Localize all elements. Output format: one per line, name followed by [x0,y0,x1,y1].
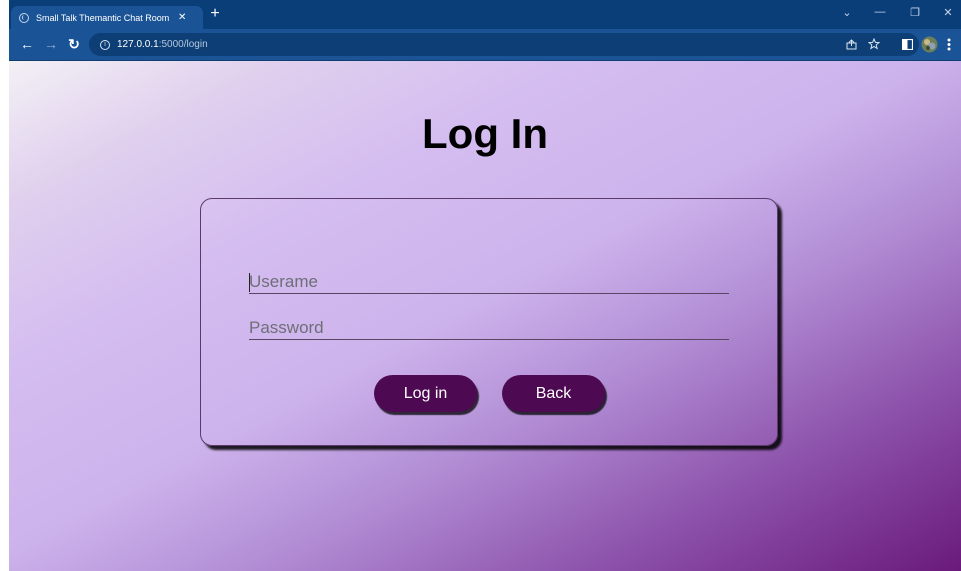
title-bar: Small Talk Themantic Chat Room ✕ + ⌄ — ❐… [9,0,961,29]
password-input[interactable] [249,317,729,340]
info-icon[interactable]: i [100,39,110,50]
back-button[interactable]: Back [502,375,605,412]
profile-avatar[interactable] [921,36,938,53]
back-arrow-icon[interactable]: ← [18,36,36,52]
forward-arrow-icon[interactable]: → [42,36,60,52]
star-icon[interactable] [868,38,880,50]
login-card: Log in Back [200,198,778,446]
browser-toolbar: ← → ↻ i 127.0.0.1:5000/login [9,29,961,61]
reload-icon[interactable]: ↻ [65,36,83,52]
globe-icon [19,12,29,23]
url-path: :5000/login [158,39,208,50]
browser-tab[interactable]: Small Talk Themantic Chat Room ✕ [11,6,203,29]
text-caret [249,273,250,292]
tab-title: Small Talk Themantic Chat Room [36,12,170,23]
share-icon[interactable] [846,39,857,50]
new-tab-button[interactable]: + [205,5,225,23]
browser-window: Small Talk Themantic Chat Room ✕ + ⌄ — ❐… [9,0,961,571]
url-text[interactable]: 127.0.0.1:5000/login [117,39,208,50]
page-title: Log In [422,110,548,157]
username-input[interactable] [249,271,729,294]
address-bar[interactable]: i 127.0.0.1:5000/login [89,33,919,56]
tab-search-icon[interactable]: ⌄ [837,6,857,19]
side-panel-icon[interactable] [902,39,913,50]
close-window-button[interactable]: ✕ [938,6,958,19]
menu-icon[interactable] [947,38,951,51]
minimize-button[interactable]: — [870,6,890,18]
login-page: Log In Log in Back [9,61,961,571]
restore-button[interactable]: ❐ [905,6,925,19]
url-host: 127.0.0.1 [117,39,159,50]
tab-close-icon[interactable]: ✕ [178,12,186,23]
login-button[interactable]: Log in [374,375,477,412]
